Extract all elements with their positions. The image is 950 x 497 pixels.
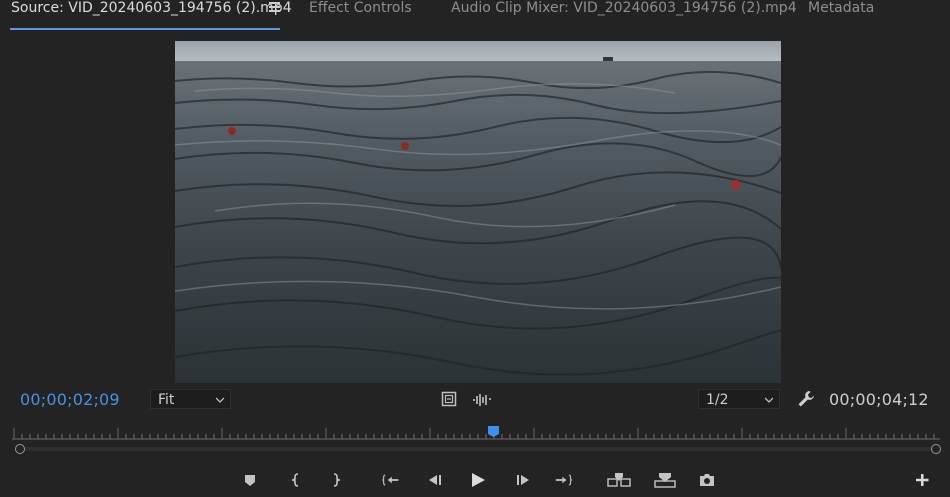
add-marker-icon[interactable]	[241, 472, 259, 488]
tab-metadata[interactable]: Metadata	[808, 0, 874, 20]
insert-icon[interactable]	[607, 472, 631, 488]
go-to-in-icon[interactable]	[382, 472, 400, 488]
tab-source[interactable]: Source: VID_20240603_194756 (2).mp4	[11, 0, 292, 20]
safe-margins-icon[interactable]	[441, 391, 457, 407]
zoom-value: Fit	[158, 392, 175, 408]
step-forward-icon[interactable]	[514, 472, 532, 488]
playhead[interactable]	[487, 425, 500, 438]
play-icon[interactable]	[469, 472, 487, 488]
mark-out-icon[interactable]	[327, 472, 345, 488]
zoom-scrollbar[interactable]	[20, 447, 936, 451]
playback-resolution-dropdown[interactable]: 1/2	[698, 389, 780, 409]
step-back-icon[interactable]	[426, 472, 444, 488]
export-frame-icon[interactable]	[698, 472, 716, 488]
mark-in-icon[interactable]	[287, 472, 305, 488]
add-button-icon[interactable]	[913, 472, 931, 488]
scrollbar-right-handle[interactable]	[931, 444, 941, 454]
overwrite-icon[interactable]	[653, 472, 677, 488]
hamburger-menu-icon[interactable]	[269, 2, 280, 12]
time-ruler[interactable]	[12, 426, 940, 440]
zoom-dropdown[interactable]: Fit	[150, 389, 231, 409]
chevron-down-icon	[765, 397, 773, 403]
sea-footage-frame	[175, 41, 781, 383]
video-preview[interactable]	[175, 41, 781, 383]
active-tab-indicator	[10, 28, 280, 30]
resolution-value: 1/2	[706, 392, 729, 408]
panel-tab-bar: Source: VID_20240603_194756 (2).mp4 Effe…	[0, 0, 950, 30]
current-timecode[interactable]: 00;00;02;09	[20, 390, 120, 409]
wrench-icon[interactable]	[796, 389, 816, 409]
go-to-out-icon[interactable]	[555, 472, 573, 488]
scrollbar-left-handle[interactable]	[15, 444, 25, 454]
waveform-icon[interactable]	[472, 393, 492, 407]
tab-effect-controls[interactable]: Effect Controls	[309, 0, 412, 20]
chevron-down-icon	[216, 397, 224, 403]
tab-audio-clip-mixer[interactable]: Audio Clip Mixer: VID_20240603_194756 (2…	[451, 0, 797, 20]
duration-timecode: 00;00;04;12	[829, 390, 929, 409]
